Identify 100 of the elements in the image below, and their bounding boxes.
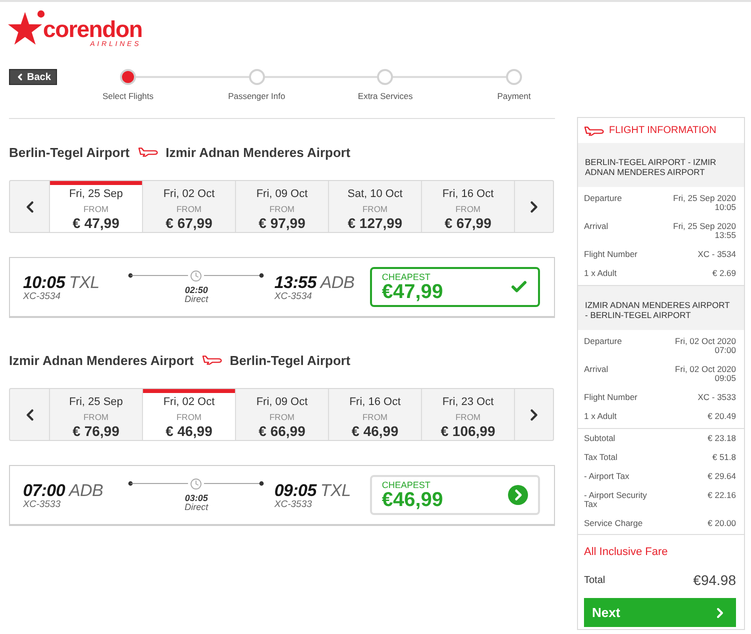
info-value: Fri, 02 Oct 2020 09:05 — [674, 365, 736, 383]
origin-airport: Izmir Adnan Menderes Airport — [9, 352, 194, 368]
cheapest-label: CHEAPEST — [382, 272, 430, 282]
from-label: FROM — [83, 411, 109, 423]
clock-icon — [190, 270, 202, 282]
date-label: Fri, 02 Oct — [163, 188, 215, 201]
airport-code: ADB — [320, 272, 354, 292]
date-price: € 67,99 — [444, 215, 492, 232]
flight-number: XC-3534 — [23, 292, 60, 302]
date-tab[interactable]: Sat, 10 Oct FROM € 127,99 — [328, 181, 421, 232]
info-label: 1 x Adult — [584, 412, 617, 421]
info-label: Flight Number — [584, 250, 638, 259]
info-value: XC - 3534 — [698, 250, 736, 259]
date-label: Fri, 16 Oct — [349, 396, 401, 409]
arrival-time: 13:55 — [274, 272, 316, 292]
charge-label: Tax Total — [584, 453, 618, 462]
date-price: € 97,99 — [258, 215, 306, 232]
date-label: Fri, 02 Oct — [163, 396, 215, 409]
charge-value: € 22.16 — [708, 491, 736, 500]
flight-number: XC-3533 — [274, 500, 312, 510]
chevron-left-icon — [15, 72, 25, 82]
route-heading: BERLIN-TEGEL AIRPORT - IZMIR ADNAN MENDERES AIRPORT — [578, 143, 744, 187]
step-label: Payment — [497, 91, 531, 101]
departure-time: 07:00 — [23, 480, 65, 500]
date-tab[interactable]: Fri, 09 Oct FROM € 66,99 — [235, 389, 328, 440]
fare-note: All Inclusive Fare — [583, 545, 669, 559]
date-price: € 106,99 — [440, 423, 496, 440]
from-label: FROM — [83, 203, 109, 215]
total-value: €94.98 — [693, 572, 736, 588]
charge-value: € 20.00 — [708, 519, 736, 528]
date-label: Fri, 09 Oct — [256, 396, 308, 409]
fare-price: €46,99 — [382, 490, 444, 510]
from-label: FROM — [362, 411, 388, 423]
stops-label: Direct — [184, 294, 208, 304]
date-price: € 46,99 — [166, 423, 212, 440]
charge-value: € 51.8 — [712, 453, 736, 462]
from-label: FROM — [176, 411, 202, 423]
info-value: XC - 3533 — [698, 393, 736, 402]
date-tab[interactable]: Fri, 09 Oct FROM € 97,99 — [235, 181, 328, 232]
charge-label: - Airport Security Tax — [584, 491, 648, 509]
date-label: Sat, 10 Oct — [347, 188, 403, 201]
step-label: Passenger Info — [228, 91, 286, 101]
date-price: € 47,99 — [72, 215, 120, 232]
date-label: Fri, 25 Sep — [69, 396, 123, 409]
charge-value: € 29.64 — [708, 472, 736, 481]
destination-airport: Izmir Adnan Menderes Airport — [166, 144, 350, 160]
flight-number: XC-3534 — [274, 292, 312, 302]
date-price: € 76,99 — [72, 423, 120, 440]
stops-label: Direct — [184, 502, 208, 512]
info-value: Fri, 25 Sep 2020 10:05 — [672, 194, 736, 212]
info-label: Arrival — [584, 222, 608, 231]
date-price: € 67,99 — [166, 215, 212, 232]
info-value: Fri, 25 Sep 2020 13:55 — [672, 222, 736, 240]
origin-airport: Berlin-Tegel Airport — [9, 144, 130, 160]
info-value: € 2.69 — [712, 269, 736, 278]
from-label: FROM — [455, 411, 481, 423]
airplane-icon — [584, 126, 604, 136]
charge-label: Subtotal — [584, 434, 616, 443]
route-heading: IZMIR ADNAN MENDERES AIRPORT - BERLIN-TEGEL AIRPORT — [578, 286, 744, 330]
date-tab[interactable]: Fri, 16 Oct FROM € 67,99 — [421, 181, 514, 232]
date-price: € 127,99 — [348, 215, 402, 232]
charge-label: Service Charge — [584, 519, 643, 528]
fare-price: €47,99 — [382, 282, 444, 302]
date-tab[interactable]: Fri, 16 Oct FROM € 46,99 — [328, 389, 421, 440]
info-label: Departure — [584, 194, 622, 203]
flight-duration: 03:05 — [184, 492, 208, 502]
date-label: Fri, 09 Oct — [256, 188, 308, 201]
flight-number: XC-3533 — [23, 500, 60, 510]
date-tab[interactable]: Fri, 02 Oct FROM € 46,99 — [142, 389, 235, 440]
cheapest-label: CHEAPEST — [382, 480, 430, 490]
step-label: Select Flights — [102, 91, 154, 101]
from-label: FROM — [269, 203, 295, 215]
from-label: FROM — [362, 203, 388, 215]
date-tab[interactable]: Fri, 02 Oct FROM € 67,99 — [142, 181, 235, 232]
date-tab[interactable]: Fri, 23 Oct FROM € 106,99 — [421, 389, 514, 440]
info-value: Fri, 02 Oct 2020 07:00 — [674, 337, 736, 355]
charge-label: - Airport Tax — [584, 472, 630, 481]
airport-code: ADB — [68, 480, 104, 500]
from-label: FROM — [269, 411, 295, 423]
date-label: Fri, 16 Oct — [442, 188, 494, 201]
charge-value: € 23.18 — [708, 434, 736, 443]
airport-code: TXL — [68, 272, 100, 292]
chevron-circle-icon — [508, 485, 528, 505]
arrival-time: 09:05 — [274, 480, 316, 500]
from-label: FROM — [455, 203, 481, 215]
destination-airport: Berlin-Tegel Airport — [230, 352, 350, 368]
flight-duration: 02:50 — [184, 284, 208, 294]
brand-name: corendon — [43, 18, 142, 41]
clock-icon — [190, 478, 202, 490]
airport-code: TXL — [320, 480, 351, 500]
info-value: € 20.49 — [708, 412, 736, 421]
back-button[interactable]: Back — [9, 69, 57, 85]
date-price: € 66,99 — [258, 423, 306, 440]
info-label: Departure — [584, 337, 622, 346]
date-label: Fri, 25 Sep — [69, 188, 123, 201]
date-tab[interactable]: Fri, 25 Sep FROM € 47,99 — [49, 181, 142, 232]
date-label: Fri, 23 Oct — [442, 396, 494, 409]
info-label: Flight Number — [584, 393, 638, 402]
departure-time: 10:05 — [23, 272, 65, 292]
date-price: € 46,99 — [352, 423, 398, 440]
